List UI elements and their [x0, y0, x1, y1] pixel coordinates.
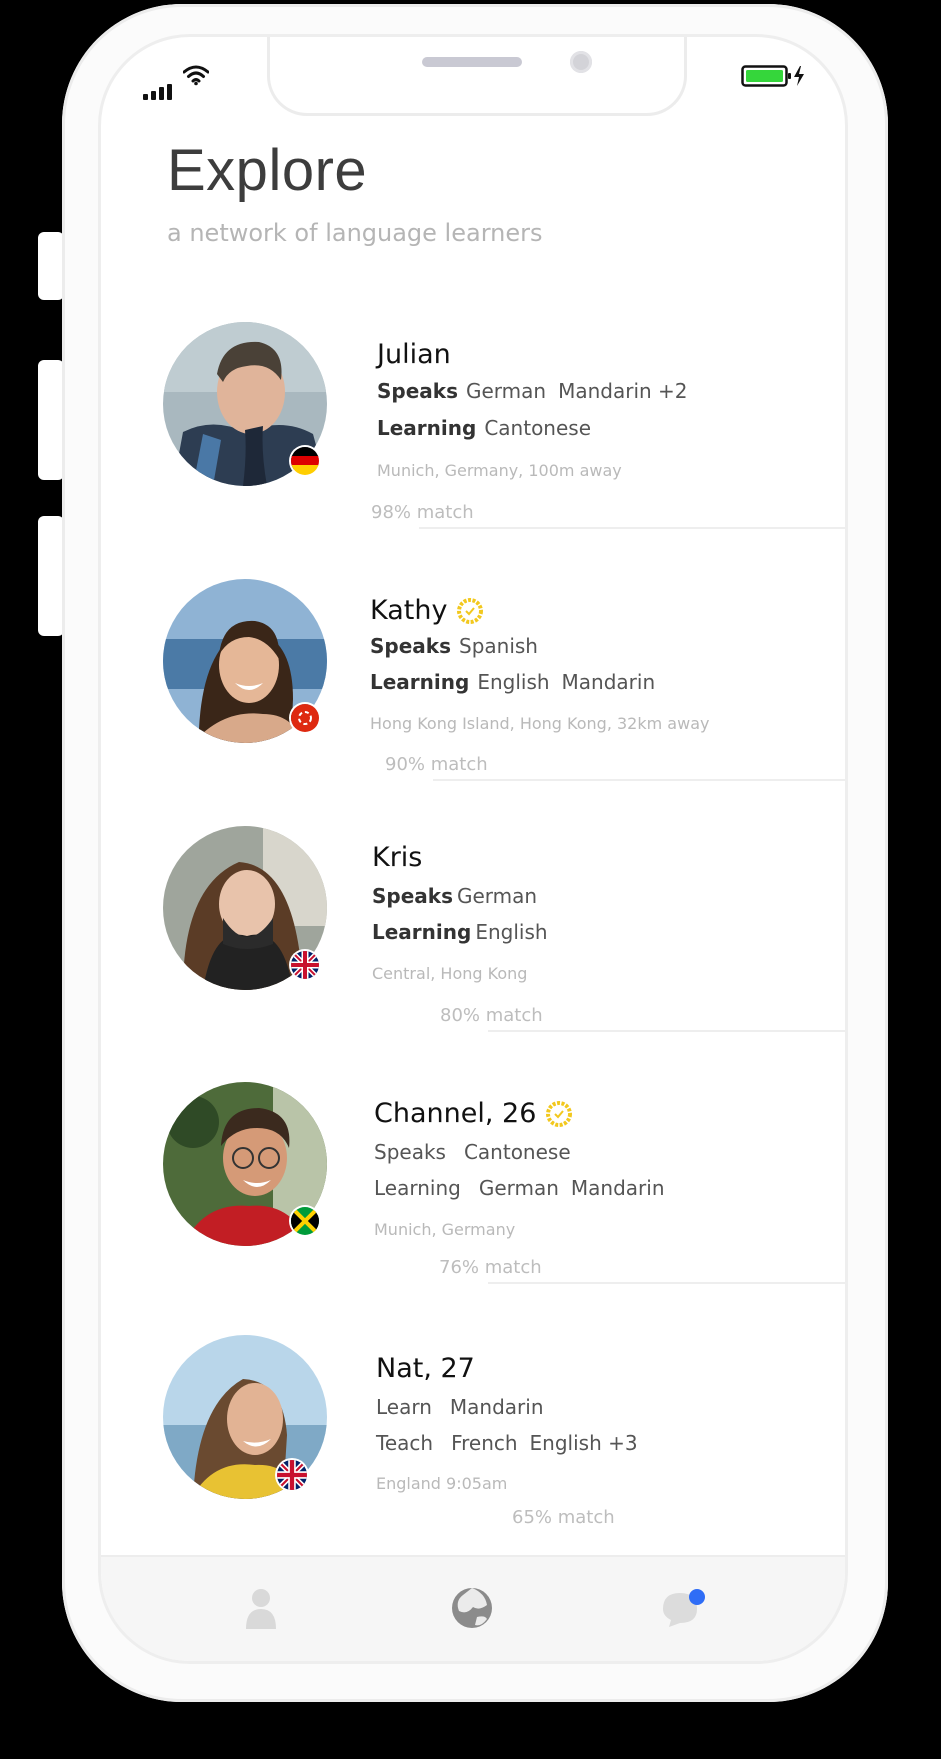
page-subtitle: a network of language learners — [167, 219, 543, 247]
profile-location: Hong Kong Island, Hong Kong, 32km away — [370, 714, 710, 733]
wifi-icon — [182, 64, 210, 90]
phone-volume-down-button — [38, 516, 64, 636]
match-percentage: 90% match — [385, 754, 488, 775]
divider — [419, 527, 845, 529]
globe-icon[interactable] — [451, 1587, 493, 1633]
app-screen: Explore a network of language learners J… — [101, 37, 845, 1661]
profile-name: Kris — [372, 842, 423, 873]
profile-card[interactable]: Nat, 27 Learn Mandarin Teach French English… — [101, 1335, 845, 1545]
profile-name: Nat, 27 — [376, 1353, 475, 1384]
learning-row: Learning Cantonese — [377, 416, 592, 440]
page-title: Explore — [167, 138, 368, 203]
chat-bubble-icon[interactable] — [659, 1587, 707, 1635]
learning-row: Learning German Mandarin — [374, 1176, 665, 1200]
profile-name: Channel, 26 — [374, 1098, 573, 1129]
profile-card[interactable]: Kathy Speaks Spanish Learning English Manda… — [101, 579, 845, 794]
divider — [488, 1030, 845, 1032]
match-percentage: 65% match — [512, 1507, 615, 1528]
learning-row: Learning English Mandarin — [370, 670, 656, 694]
profile-location: Munich, Germany — [374, 1220, 516, 1239]
match-percentage: 98% match — [371, 502, 474, 523]
learning-row: Learning English — [372, 920, 548, 944]
profile-name: Julian — [377, 339, 451, 370]
hong-kong-flag-icon — [291, 704, 319, 732]
bottom-tab-bar — [101, 1555, 845, 1661]
phone-volume-up-button — [38, 360, 64, 480]
speaks-row: Speaks German — [372, 884, 538, 908]
profile-location: England 9:05am — [376, 1474, 508, 1493]
notification-dot — [689, 1589, 705, 1605]
profile-card[interactable]: Channel, 26 Speaks Cantonese Learning Germ… — [101, 1082, 845, 1297]
verified-badge-icon — [546, 1100, 573, 1127]
divider — [488, 1282, 845, 1284]
profile-card[interactable]: Julian Speaks German Mandarin +2 Learning C… — [101, 322, 845, 537]
profile-icon[interactable] — [244, 1587, 278, 1635]
profile-location: Munich, Germany, 100m away — [377, 461, 622, 480]
speaks-row: Learn Mandarin — [376, 1395, 544, 1419]
jamaica-flag-icon — [291, 1207, 319, 1235]
profile-name: Kathy — [370, 595, 484, 626]
profile-card[interactable]: Kris Speaks German Learning English Centra… — [101, 826, 845, 1041]
speaks-row: Speaks Spanish — [370, 634, 538, 658]
profile-location: Central, Hong Kong — [372, 964, 528, 983]
speaks-row: Speaks Cantonese — [374, 1140, 571, 1164]
match-percentage: 76% match — [439, 1257, 542, 1278]
speaks-row: Speaks German Mandarin +2 — [377, 379, 688, 403]
speaker-grille — [422, 57, 522, 67]
uk-flag-icon — [277, 1460, 307, 1490]
front-camera — [570, 51, 592, 73]
learning-row: Teach French English +3 — [376, 1431, 638, 1455]
signal-bars-icon — [143, 84, 172, 100]
uk-flag-icon — [291, 951, 319, 979]
verified-badge-icon — [457, 597, 484, 624]
phone-silent-switch — [38, 232, 64, 300]
phone-notch — [267, 37, 687, 116]
germany-flag-icon — [291, 447, 319, 475]
match-percentage: 80% match — [440, 1005, 543, 1026]
battery-charging-icon — [741, 64, 807, 92]
divider — [433, 779, 845, 781]
